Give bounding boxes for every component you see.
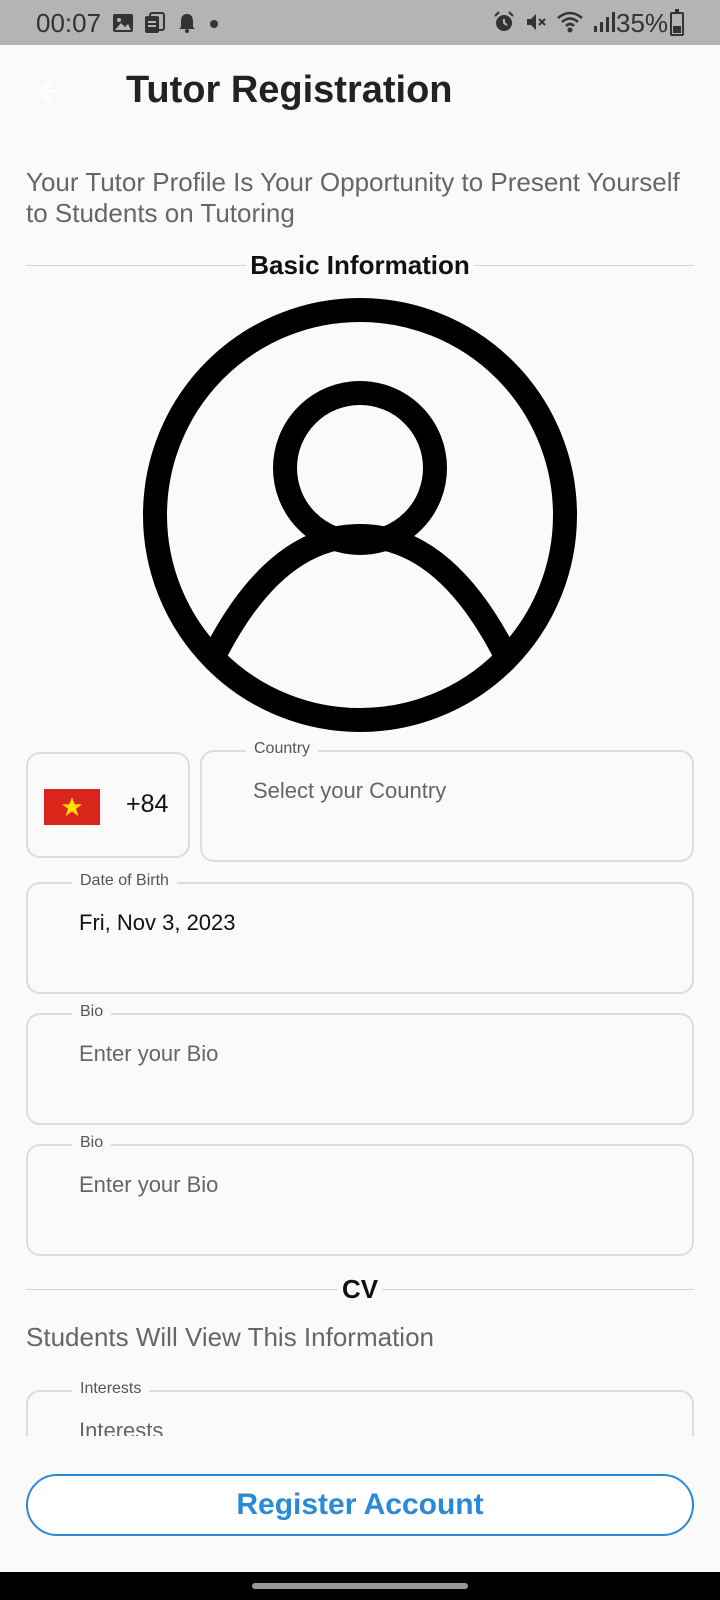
alarm-icon: [494, 11, 514, 31]
dot-icon: [210, 20, 218, 28]
section-title: Basic Information: [246, 250, 474, 281]
interests-label: Interests: [72, 1380, 150, 1398]
image-icon: [113, 14, 133, 32]
battery-fill: [673, 26, 681, 33]
bio-field-2[interactable]: Bio Enter your Bio: [26, 1134, 694, 1256]
bio-label: Bio: [72, 1134, 112, 1152]
country-field[interactable]: Country Select your Country: [200, 740, 694, 862]
section-basic-information: Basic Information: [26, 250, 694, 281]
battery-icon: [670, 9, 684, 36]
interests-field[interactable]: Interests Interests: [26, 1380, 694, 1436]
date-of-birth-field[interactable]: Date of Birth Fri, Nov 3, 2023: [26, 872, 694, 994]
status-time: 00:07: [36, 8, 102, 38]
vietnam-flag-icon: [44, 789, 100, 825]
arrow-left-icon[interactable]: [32, 73, 68, 109]
navigation-bar: [0, 1572, 720, 1600]
copy-icon: [145, 12, 165, 33]
section-cv: CV: [26, 1274, 694, 1305]
section-title: CV: [337, 1274, 383, 1305]
date-of-birth-label: Date of Birth: [72, 872, 177, 890]
register-account-button[interactable]: Register Account: [26, 1474, 694, 1536]
account-circle-icon[interactable]: [143, 298, 577, 732]
status-bar: 00:07 35%: [0, 0, 720, 45]
country-label: Country: [246, 740, 319, 758]
bell-icon: [179, 14, 195, 33]
app-bar: Tutor Registration: [0, 45, 720, 141]
home-handle[interactable]: [252, 1583, 468, 1589]
interests-placeholder: Interests: [79, 1418, 164, 1436]
country-placeholder: Select your Country: [253, 778, 447, 803]
cv-subtitle: Students Will View This Information: [26, 1322, 434, 1352]
intro-text: Your Tutor Profile Is Your Opportunity t…: [26, 167, 680, 228]
dial-code: +84: [126, 790, 169, 818]
signal-icon: [594, 12, 615, 32]
wifi-icon: [557, 11, 583, 33]
battery-percent: 35%: [616, 8, 669, 38]
page-title: Tutor Registration: [126, 69, 453, 111]
mute-icon: [527, 14, 546, 30]
bio-placeholder: Enter your Bio: [79, 1041, 219, 1066]
date-of-birth-value: Fri, Nov 3, 2023: [79, 910, 236, 935]
scroll-clip: Interests Interests: [0, 1380, 720, 1436]
bio-label: Bio: [72, 1003, 112, 1021]
bio-placeholder: Enter your Bio: [79, 1172, 219, 1197]
phone-code-selector[interactable]: +84: [26, 752, 190, 858]
bio-field[interactable]: Bio Enter your Bio: [26, 1003, 694, 1125]
